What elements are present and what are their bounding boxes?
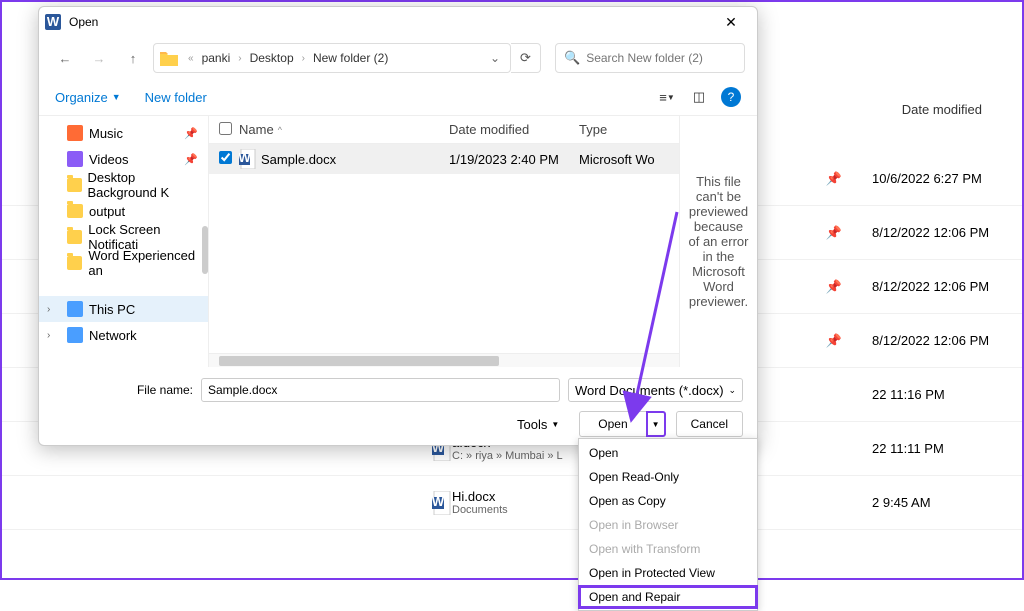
col-name[interactable]: Name ^ (239, 122, 449, 137)
close-button[interactable]: ✕ (711, 14, 751, 31)
file-row[interactable]: WSample.docx 1/19/2023 2:40 PM Microsoft… (209, 144, 679, 174)
folder-icon (67, 178, 82, 192)
titlebar: W Open ✕ (39, 7, 757, 37)
sidebar-item-folder[interactable]: Lock Screen Notificati (39, 224, 208, 250)
search-field[interactable] (586, 51, 741, 65)
new-folder-button[interactable]: New folder (145, 90, 207, 105)
pin-icon: 📌 (184, 127, 198, 140)
pin-icon[interactable]: 📌 (826, 225, 842, 241)
menu-open-browser: Open in Browser (579, 513, 757, 537)
pin-icon[interactable]: 📌 (826, 171, 842, 187)
folder-icon (67, 256, 82, 270)
col-date[interactable]: Date modified (449, 122, 579, 137)
file-list: Name ^ Date modified Type WSample.docx 1… (209, 116, 679, 367)
pin-icon[interactable]: 📌 (826, 333, 842, 349)
open-button[interactable]: Open (579, 411, 645, 437)
col-type[interactable]: Type (579, 122, 679, 137)
video-icon (67, 151, 83, 167)
expand-icon[interactable]: › (47, 330, 50, 341)
preview-pane-button[interactable]: ◫ (685, 85, 713, 109)
menu-open-transform: Open with Transform (579, 537, 757, 561)
chevron-down-icon: ▼ (652, 420, 660, 429)
pin-icon: 📌 (184, 153, 198, 166)
sidebar-item-this-pc[interactable]: ›This PC (39, 296, 208, 322)
nav-bar: ← → ↑ « panki› Desktop› New folder (2) ⌄… (39, 37, 757, 79)
view-list-button[interactable]: ≡ ▼ (653, 85, 681, 109)
music-icon (67, 125, 83, 141)
search-icon: 🔍 (564, 50, 580, 66)
svg-text:W: W (47, 14, 60, 29)
dialog-footer: File name: Word Documents (*.docx)⌄ Tool… (39, 367, 757, 445)
select-all-checkbox[interactable] (219, 122, 232, 135)
sidebar-scrollbar[interactable] (202, 226, 208, 274)
sidebar-item-videos[interactable]: Videos📌 (39, 146, 208, 172)
column-header: Name ^ Date modified Type (209, 116, 679, 144)
file-type-filter[interactable]: Word Documents (*.docx)⌄ (568, 378, 743, 402)
file-checkbox[interactable] (219, 151, 232, 164)
sidebar: Music📌 Videos📌 Desktop Background K outp… (39, 116, 209, 367)
sidebar-item-network[interactable]: ›Network (39, 322, 208, 348)
preview-pane: This file can't be previewed because of … (679, 116, 757, 367)
help-button[interactable]: ? (721, 87, 741, 107)
tools-button[interactable]: Tools ▼ (517, 417, 559, 432)
sidebar-item-music[interactable]: Music📌 (39, 120, 208, 146)
svg-text:W: W (239, 150, 251, 165)
open-split-button: Open ▼ (579, 411, 665, 437)
word-app-icon: W (45, 14, 61, 30)
horizontal-scrollbar[interactable] (209, 353, 679, 367)
chevron-down-icon: ▼ (551, 420, 559, 429)
word-doc-icon: W (432, 491, 452, 515)
bg-row[interactable]: W Hi.docxDocuments2 9:45 AM (2, 476, 1022, 530)
network-icon (67, 327, 83, 343)
word-doc-icon: W (239, 149, 257, 169)
breadcrumb[interactable]: « panki› Desktop› New folder (2) ⌄ (153, 43, 511, 73)
open-dialog: W Open ✕ ← → ↑ « panki› Desktop› New fol… (38, 6, 758, 446)
organize-button[interactable]: Organize ▼ (55, 90, 121, 105)
refresh-button[interactable]: ⟳ (511, 43, 541, 73)
menu-open-readonly[interactable]: Open Read-Only (579, 465, 757, 489)
sidebar-item-folder[interactable]: output (39, 198, 208, 224)
open-dropdown-button[interactable]: ▼ (646, 411, 666, 437)
chevron-down-icon: ▼ (112, 92, 121, 102)
chevron-down-icon[interactable]: ⌄ (486, 51, 504, 65)
chevron-down-icon: ⌄ (728, 385, 736, 396)
svg-text:W: W (432, 494, 445, 509)
pc-icon (67, 301, 83, 317)
filename-label: File name: (53, 383, 193, 397)
pin-icon[interactable]: 📌 (826, 279, 842, 295)
up-button[interactable]: ↑ (119, 44, 147, 72)
back-button[interactable]: ← (51, 44, 79, 72)
sidebar-item-folder[interactable]: Desktop Background K (39, 172, 208, 198)
menu-open-copy[interactable]: Open as Copy (579, 489, 757, 513)
bg-col-date: Date modified (902, 102, 982, 117)
filename-input[interactable] (201, 378, 560, 402)
menu-open-repair[interactable]: Open and Repair (578, 585, 758, 609)
menu-open[interactable]: Open (579, 441, 757, 465)
forward-button[interactable]: → (85, 44, 113, 72)
folder-icon (67, 204, 83, 218)
folder-icon (160, 50, 178, 66)
search-input[interactable]: 🔍 (555, 43, 745, 73)
sidebar-item-folder[interactable]: Word Experienced an (39, 250, 208, 276)
dialog-title: Open (69, 15, 711, 29)
expand-icon[interactable]: › (47, 304, 50, 315)
menu-open-protected[interactable]: Open in Protected View (579, 561, 757, 585)
toolbar: Organize ▼ New folder ≡ ▼ ◫ ? (39, 79, 757, 115)
cancel-button[interactable]: Cancel (676, 411, 743, 437)
open-options-menu: Open Open Read-Only Open as Copy Open in… (578, 438, 758, 611)
folder-icon (67, 230, 82, 244)
